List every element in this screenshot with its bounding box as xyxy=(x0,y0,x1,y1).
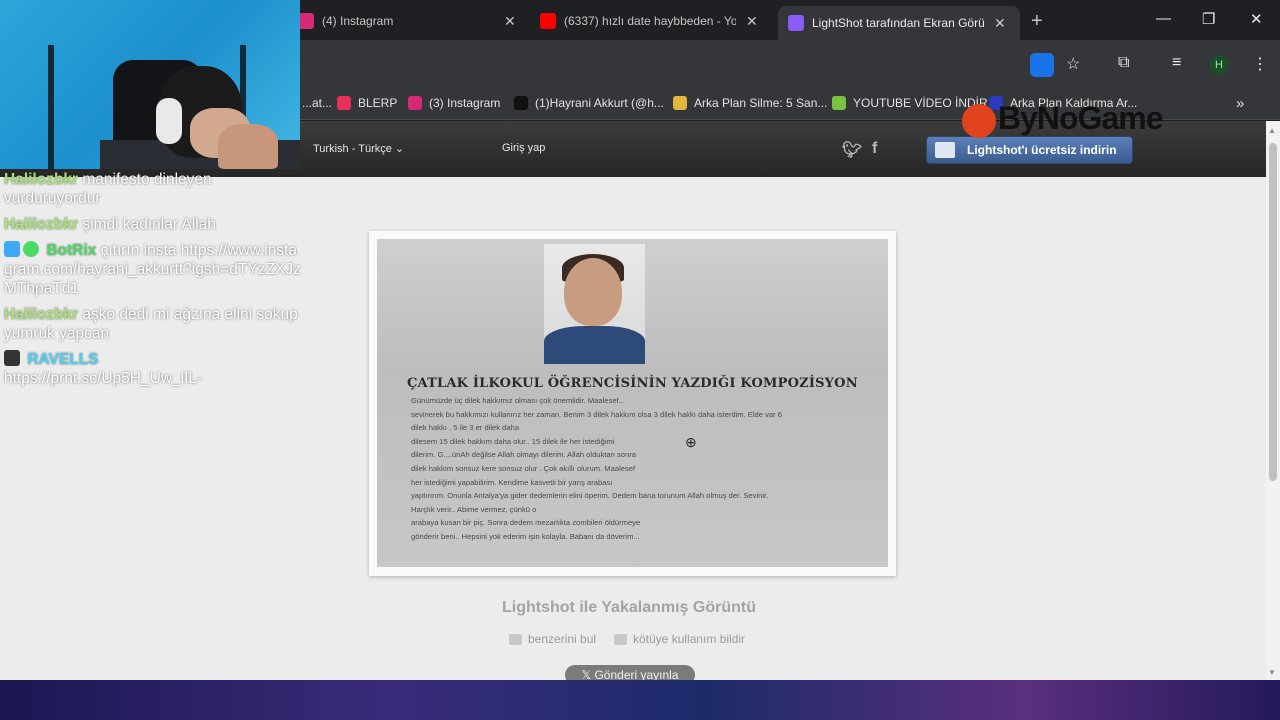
instagram-icon xyxy=(408,96,422,110)
download-arrow-icon xyxy=(832,96,846,110)
install-app-icon[interactable] xyxy=(1030,53,1054,77)
lightshot-feather-icon xyxy=(788,15,804,31)
media-control-icon[interactable]: ≡ xyxy=(1172,54,1181,72)
scrollbar-thumb[interactable] xyxy=(1269,143,1277,481)
tab-title: (4) Instagram xyxy=(322,14,394,28)
tab-title: (6337) hızlı date haybbeden - You xyxy=(564,14,736,28)
chat-message: Halilozbkr şimdi kadınlar Allah xyxy=(4,215,302,234)
language-select[interactable]: Turkish - Türkçe ⌄ xyxy=(313,142,404,155)
page-caption: Lightshot ile Yakalanmış Görüntü xyxy=(502,599,756,616)
student-photo xyxy=(544,244,645,364)
tab-youtube[interactable]: (6337) hızlı date haybbeden - You ✕ xyxy=(530,6,768,36)
verified-badge-icon xyxy=(23,241,39,257)
extensions-icon[interactable]: ⧉ xyxy=(1118,54,1129,72)
webcam-overlay xyxy=(0,0,300,169)
layers-icon xyxy=(673,96,687,110)
close-icon[interactable]: ✕ xyxy=(504,13,516,30)
headphone-icon xyxy=(156,98,182,144)
composition-title: ÇATLAK İLKOKUL ÖĞRENCİSİNİN YAZDIĞI KOMP… xyxy=(407,376,858,391)
stream-banner xyxy=(0,680,1280,720)
chat-text: https://prnt.sc/Up5H_Uw_iIL- xyxy=(4,370,203,387)
tab-instagram[interactable]: (4) Instagram ✕ xyxy=(288,6,526,36)
profile-avatar[interactable]: H xyxy=(1209,55,1229,75)
report-icon xyxy=(614,633,627,645)
chat-message: Halilozbkr manifesto dinleyen vurduruyor… xyxy=(4,170,302,208)
chat-username: RAVELLS xyxy=(27,351,99,368)
instagram-icon xyxy=(298,13,314,29)
menu-icon[interactable]: ⋮ xyxy=(1252,54,1268,74)
chat-message: Halilozbkr aşko dedi mi ağzına elini sok… xyxy=(4,305,302,343)
chat-username: Halilozbkr xyxy=(4,216,79,233)
stream-chat: Halilozbkr manifesto dinleyen vurduruyor… xyxy=(4,170,302,395)
bynogame-watermark: ByNoGame xyxy=(962,100,1163,138)
tab-title: LightShot tarafından Ekran Görünt xyxy=(812,16,984,30)
zoom-cursor-icon: ⊕ xyxy=(685,434,697,450)
scroll-down-icon[interactable]: ▼ xyxy=(1268,668,1276,677)
minimize-button[interactable]: — xyxy=(1156,10,1171,27)
composition-text: Günümüzde üç dilek hakkımız olması çok ö… xyxy=(411,396,782,541)
window-close-button[interactable]: ✕ xyxy=(1250,10,1263,28)
bynogame-logo-icon xyxy=(962,103,996,138)
find-similar-link[interactable]: benzerini bul xyxy=(509,632,596,646)
chat-text: şimdi kadınlar Allah xyxy=(82,216,216,233)
user-badge-icon xyxy=(4,350,20,366)
close-icon[interactable]: ✕ xyxy=(746,13,758,30)
bookmark-item[interactable]: Arka Plan Silme: 5 San... xyxy=(673,96,827,110)
chat-username: BotRix xyxy=(46,242,97,259)
chat-message: BotRix çıtırın insta https://www.instagr… xyxy=(4,241,302,298)
facebook-icon[interactable]: f xyxy=(872,140,877,158)
close-icon[interactable]: ✕ xyxy=(994,15,1006,32)
bookmarks-overflow-button[interactable]: » xyxy=(1236,95,1244,112)
blerp-icon xyxy=(337,96,351,110)
bookmark-item[interactable]: (3) Instagram xyxy=(408,96,500,110)
report-abuse-link[interactable]: kötüye kullanım bildir xyxy=(614,632,745,646)
bookmark-item[interactable]: ...at... xyxy=(302,96,332,110)
chat-message: RAVELLS https://prnt.sc/Up5H_Uw_iIL- xyxy=(4,350,302,388)
login-link[interactable]: Giriş yap xyxy=(502,142,545,154)
scroll-up-icon[interactable]: ▲ xyxy=(1268,126,1276,135)
tab-lightshot[interactable]: LightShot tarafından Ekran Görünt ✕ xyxy=(778,6,1020,40)
camera-icon xyxy=(509,633,522,645)
captured-screenshot[interactable]: ÇATLAK İLKOKUL ÖĞRENCİSİNİN YAZDIĞI KOMP… xyxy=(377,239,888,567)
new-tab-button[interactable]: + xyxy=(1031,10,1043,33)
download-lightshot-button[interactable]: Lightshot'ı ücretsiz indirin xyxy=(926,136,1133,164)
bookmark-item[interactable]: (1)Hayrani Akkurt (@h... xyxy=(514,96,664,110)
bookmark-star-icon[interactable]: ☆ xyxy=(1066,54,1080,74)
twitter-icon[interactable]: 🐦︎ xyxy=(842,140,862,160)
chat-username: Halilozbkr xyxy=(4,171,79,188)
tiktok-icon xyxy=(514,96,528,110)
chat-username: Halilozbkr xyxy=(4,306,79,323)
bookmark-item[interactable]: BLERP xyxy=(337,96,397,110)
restore-button[interactable]: ❐ xyxy=(1202,10,1215,28)
youtube-icon xyxy=(540,13,556,29)
moderator-badge-icon xyxy=(4,241,20,257)
download-icon xyxy=(935,142,955,158)
